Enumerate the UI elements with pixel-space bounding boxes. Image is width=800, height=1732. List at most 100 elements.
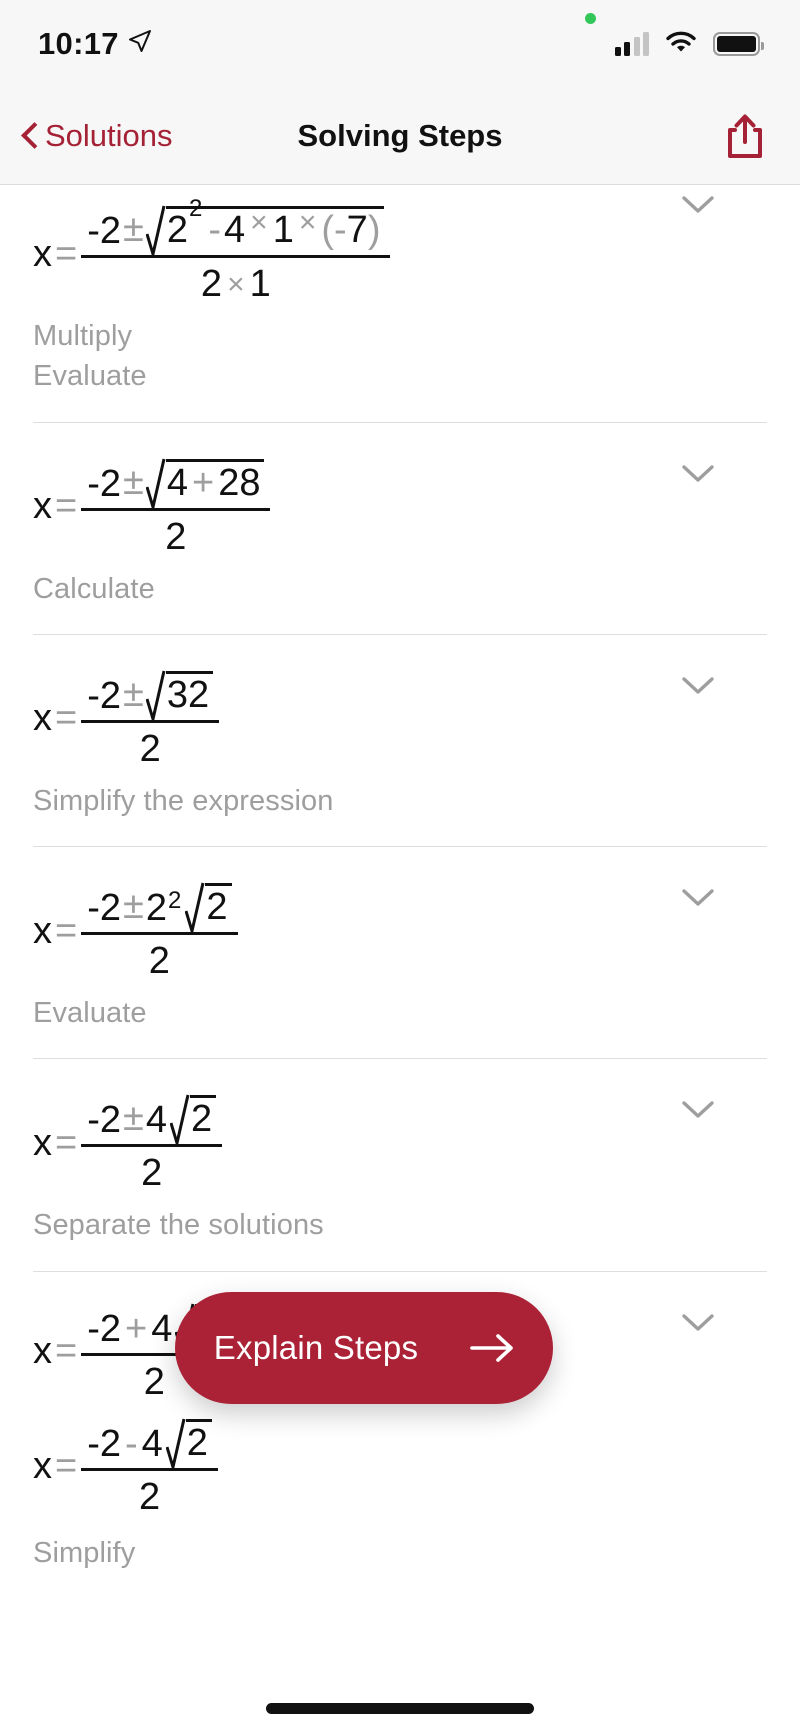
radicand: 2 bbox=[185, 1418, 212, 1464]
status-bar: 10:17 bbox=[0, 0, 800, 88]
step-item[interactable]: x = -2 ± 4 2 2 Separate the solutions bbox=[0, 1059, 800, 1272]
math-plusminus: ± bbox=[123, 1097, 144, 1140]
step-label-group: Separate the solutions bbox=[0, 1204, 800, 1270]
explain-steps-button[interactable]: Explain Steps bbox=[175, 1292, 553, 1404]
math-number: 2 bbox=[166, 209, 188, 251]
math-minus: - bbox=[87, 210, 100, 252]
fraction: -2 ± 32 2 bbox=[81, 669, 220, 770]
math-number: 2 bbox=[99, 887, 121, 930]
formula-row: x = -2 ± 4 2 2 bbox=[0, 1059, 800, 1204]
math-number: 28 bbox=[218, 461, 261, 504]
explain-steps-label: Explain Steps bbox=[213, 1329, 419, 1366]
math-equals: = bbox=[55, 485, 78, 528]
math-variable: x bbox=[33, 697, 52, 740]
radical-sign-icon bbox=[145, 457, 166, 509]
back-button[interactable]: Solutions bbox=[22, 118, 173, 154]
radicand: 22 - 4 × 1 × (-7) bbox=[165, 197, 385, 251]
battery-full-icon bbox=[713, 32, 764, 56]
formula-row: x = -2 ± 22 - 4 × 1 × (- 7) 2 × 1 bbox=[0, 186, 800, 315]
radical: 4 + 28 bbox=[145, 457, 265, 509]
math-plusminus: ± bbox=[123, 460, 144, 503]
fraction: -2 ± 4 2 2 bbox=[81, 1093, 223, 1192]
step-label-group: Simplify bbox=[0, 1516, 800, 1598]
math-expression: x = -2 - 4 2 2 bbox=[33, 1417, 218, 1516]
math-number: 4 bbox=[166, 461, 188, 504]
math-number: 2 bbox=[165, 515, 187, 558]
radical-sign-icon bbox=[145, 204, 166, 256]
chevron-down-icon[interactable] bbox=[682, 1313, 714, 1332]
fraction-numerator: -2 ± 4 2 bbox=[81, 1093, 222, 1146]
chevron-down-icon[interactable] bbox=[682, 1101, 714, 1119]
formula-row: x = -2 ± 22 2 2 bbox=[0, 847, 800, 992]
math-number: 2 bbox=[139, 727, 161, 770]
radical-sign-icon bbox=[145, 669, 166, 721]
fraction-denominator: 2 bbox=[135, 1147, 168, 1192]
math-equals: = bbox=[55, 697, 78, 740]
math-number: 2 bbox=[99, 1422, 121, 1465]
step-label: Evaluate bbox=[33, 997, 147, 1030]
chevron-down-icon[interactable] bbox=[682, 889, 714, 907]
radical-sign-icon bbox=[170, 1093, 190, 1146]
fraction-numerator: -2 ± 22 2 bbox=[81, 881, 237, 934]
fraction-numerator: -2 - 4 2 bbox=[81, 1417, 218, 1469]
math-minus: - bbox=[87, 462, 100, 505]
radical: 2 bbox=[185, 881, 232, 934]
math-paren: ) bbox=[367, 209, 381, 251]
radicand: 32 bbox=[165, 670, 214, 714]
share-icon[interactable] bbox=[724, 112, 766, 160]
chevron-left-icon bbox=[22, 122, 38, 150]
step-label-group: Simplify the expression bbox=[0, 780, 800, 846]
math-variable: x bbox=[33, 232, 52, 275]
math-plusminus: ± bbox=[123, 672, 144, 715]
step-item[interactable]: x = -2 ± 22 - 4 × 1 × (- 7) 2 × 1 Mult… bbox=[0, 186, 800, 423]
solving-steps-list[interactable]: x = -2 ± 22 - 4 × 1 × (- 7) 2 × 1 Mult… bbox=[0, 186, 800, 1732]
math-minus: - bbox=[87, 674, 100, 717]
fraction-numerator: -2 ± 32 bbox=[81, 669, 219, 721]
fraction: -2 ± 22 2 2 bbox=[81, 881, 238, 980]
math-number: 4 bbox=[224, 209, 246, 251]
step-item[interactable]: x = -2 ± 4 + 28 2 Calculate bbox=[0, 423, 800, 635]
math-number: 2 bbox=[99, 1307, 121, 1350]
radical-sign-icon bbox=[165, 1417, 186, 1469]
radical: 2 bbox=[170, 1093, 217, 1146]
math-number: 2 bbox=[141, 1152, 163, 1195]
back-button-label: Solutions bbox=[45, 118, 173, 153]
math-variable: x bbox=[33, 909, 52, 952]
math-plusminus: ± bbox=[123, 885, 144, 928]
math-number: 2 bbox=[99, 210, 121, 252]
fraction-denominator: 2 × 1 bbox=[195, 258, 277, 303]
fraction-denominator: 2 bbox=[138, 1356, 171, 1401]
math-exponent: 2 bbox=[189, 195, 203, 222]
math-minus: - bbox=[125, 1422, 138, 1465]
math-number: 7 bbox=[346, 209, 368, 251]
math-number: 2 bbox=[186, 1421, 208, 1464]
step-label-group: Multiply Evaluate bbox=[0, 315, 800, 422]
chevron-down-icon[interactable] bbox=[682, 464, 714, 483]
math-expression: x = -2 ± 22 - 4 × 1 × (- 7) 2 × 1 bbox=[33, 197, 391, 303]
math-number: 2 bbox=[139, 1475, 161, 1518]
math-plus: + bbox=[192, 461, 215, 504]
formula-row: x = -2 - 4 2 2 bbox=[0, 1401, 800, 1516]
math-equals: = bbox=[55, 909, 78, 952]
math-number: 2 bbox=[191, 1098, 213, 1141]
radical: 32 bbox=[145, 669, 214, 721]
math-variable: x bbox=[33, 1445, 52, 1488]
status-bar-time-group: 10:17 bbox=[38, 26, 152, 62]
chevron-down-icon[interactable] bbox=[682, 196, 714, 214]
math-times: × bbox=[227, 268, 245, 301]
chevron-down-icon[interactable] bbox=[682, 677, 714, 695]
radicand: 2 bbox=[205, 883, 232, 929]
math-number: 2 bbox=[99, 1099, 121, 1142]
step-item[interactable]: x = -2 ± 22 2 2 Evaluate bbox=[0, 847, 800, 1060]
math-number: 2 bbox=[206, 886, 228, 929]
fraction-denominator: 2 bbox=[143, 935, 176, 980]
fraction-denominator: 2 bbox=[133, 1471, 166, 1516]
math-minus: - bbox=[87, 1422, 100, 1465]
step-item[interactable]: x = -2 ± 32 2 Simplify the expression bbox=[0, 635, 800, 848]
math-variable: x bbox=[33, 1330, 52, 1373]
math-minus: - bbox=[208, 209, 222, 251]
math-number: 2 bbox=[99, 462, 121, 505]
green-privacy-dot bbox=[585, 13, 596, 24]
math-expression: x = -2 ± 4 2 2 bbox=[33, 1093, 223, 1192]
step-label: Evaluate bbox=[33, 360, 147, 393]
